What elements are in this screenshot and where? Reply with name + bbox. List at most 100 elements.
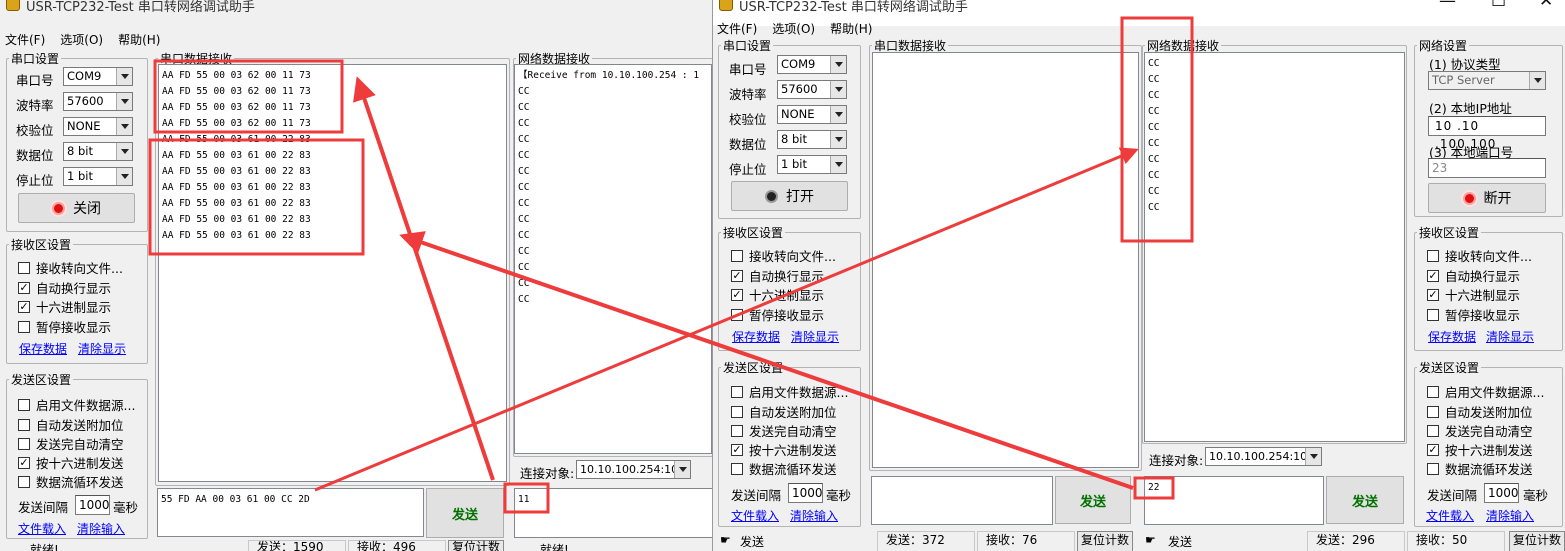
net-rx-text[interactable]: CC CC CC CC CC CC CC CC CC CC: [1144, 52, 1405, 442]
clear-display-link[interactable]: 清除显示: [1486, 328, 1534, 345]
reset-count-button-2[interactable]: 复位计数: [1509, 531, 1565, 551]
serial-rx-text[interactable]: AA FD 55 00 03 62 00 11 73 AA FD 55 00 03…: [158, 64, 507, 482]
right-send-option-4[interactable]: ✓ 按十六进制发送: [1427, 440, 1533, 459]
menu-file[interactable]: 文件(F): [5, 31, 45, 48]
interval-input[interactable]: 1000: [75, 495, 110, 515]
serial-tx-input[interactable]: [871, 476, 1053, 525]
checkbox[interactable]: ✓: [18, 281, 30, 294]
checkbox[interactable]: [1427, 462, 1439, 475]
serial-send-button[interactable]: 发送: [1055, 476, 1131, 524]
net-send-button[interactable]: 发送: [1326, 476, 1404, 524]
checkbox[interactable]: [18, 475, 30, 488]
recv-option-4[interactable]: 暂停接收显示: [18, 317, 111, 336]
ip-input[interactable]: 10 .10 .100.100: [1428, 116, 1546, 151]
checkbox[interactable]: [1427, 249, 1439, 262]
proto-select[interactable]: TCP Server: [1428, 71, 1546, 90]
databits-select[interactable]: 8 bit: [63, 142, 133, 161]
save-data-link[interactable]: 保存数据: [1428, 328, 1476, 345]
net-toggle-button[interactable]: 断开: [1428, 183, 1546, 213]
right-send-option-2[interactable]: 自动发送附加位: [1427, 402, 1533, 421]
file-load-link[interactable]: 文件载入: [18, 520, 66, 537]
checkbox[interactable]: ✓: [18, 456, 30, 469]
recv-option-3[interactable]: ✓ 十六进制显示: [731, 285, 824, 304]
right-recv-option-1[interactable]: 接收转向文件...: [1427, 246, 1532, 265]
serial-toggle-button[interactable]: 关闭: [18, 193, 135, 223]
conn-select[interactable]: 10.10.100.254:1029: [1205, 447, 1322, 466]
recv-option-3[interactable]: ✓ 十六进制显示: [18, 297, 111, 316]
maximize-icon[interactable]: ☐: [1491, 0, 1506, 11]
databits-select[interactable]: 8 bit: [777, 130, 847, 149]
stopbits-select[interactable]: 1 bit: [777, 155, 847, 174]
port-select[interactable]: COM9: [63, 67, 133, 86]
reset-count-button[interactable]: 复位计数: [448, 540, 505, 551]
send-option-4[interactable]: ✓ 按十六进制发送: [18, 453, 124, 472]
net-tx-input[interactable]: 11: [514, 488, 712, 538]
checkbox[interactable]: ✓: [731, 269, 743, 282]
right-recv-option-4[interactable]: 暂停接收显示: [1427, 305, 1520, 324]
right-send-option-1[interactable]: 启用文件数据源...: [1427, 382, 1544, 401]
net-rx-text[interactable]: 【Receive from 10.10.100.254 : 1 CC CC CC CC C…: [514, 64, 712, 454]
checkbox[interactable]: [18, 261, 30, 274]
serial-tx-input[interactable]: 55 FD AA 00 03 61 00 CC 2D: [157, 488, 424, 537]
menu-help[interactable]: 帮助(H): [830, 20, 872, 37]
checkbox[interactable]: ✓: [1427, 288, 1439, 301]
send-option-3[interactable]: 发送完自动清空: [18, 434, 124, 453]
close-icon[interactable]: ✕: [1539, 0, 1553, 11]
checkbox[interactable]: [731, 308, 743, 321]
serial-rx-text[interactable]: [872, 52, 1139, 468]
net-tx-input[interactable]: 22: [1144, 476, 1324, 525]
local-port-input[interactable]: 23: [1428, 158, 1546, 178]
checkbox[interactable]: ✓: [18, 300, 30, 313]
checkbox[interactable]: ✓: [1427, 269, 1439, 282]
checkbox[interactable]: [731, 405, 743, 418]
clear-display-link[interactable]: 清除显示: [78, 340, 126, 357]
checkbox[interactable]: ✓: [731, 288, 743, 301]
parity-select[interactable]: NONE: [777, 105, 847, 124]
checkbox[interactable]: [1427, 424, 1439, 437]
stopbits-select[interactable]: 1 bit: [63, 167, 133, 186]
send-option-5[interactable]: 数据流循环发送: [731, 459, 837, 478]
clear-input-link[interactable]: 清除输入: [1486, 507, 1534, 524]
checkbox[interactable]: ✓: [1427, 443, 1439, 456]
save-data-link[interactable]: 保存数据: [732, 328, 780, 345]
send-option-2[interactable]: 自动发送附加位: [731, 402, 837, 421]
clear-input-link[interactable]: 清除输入: [77, 520, 125, 537]
checkbox[interactable]: [731, 249, 743, 262]
reset-count-button[interactable]: 复位计数: [1077, 531, 1134, 551]
checkbox[interactable]: [1427, 405, 1439, 418]
checkbox[interactable]: [731, 385, 743, 398]
send-option-2[interactable]: 自动发送附加位: [18, 415, 124, 434]
checkbox[interactable]: [1427, 385, 1439, 398]
serial-send-button[interactable]: 发送: [426, 488, 504, 538]
menu-file[interactable]: 文件(F): [717, 20, 757, 37]
checkbox[interactable]: [1427, 308, 1439, 321]
right-recv-option-3[interactable]: ✓ 十六进制显示: [1427, 285, 1520, 304]
checkbox[interactable]: [18, 437, 30, 450]
interval-input[interactable]: 1000: [1484, 483, 1519, 503]
send-option-1[interactable]: 启用文件数据源...: [18, 395, 135, 414]
right-send-option-5[interactable]: 数据流循环发送: [1427, 459, 1533, 478]
baud-select[interactable]: 57600: [777, 80, 847, 99]
clear-display-link[interactable]: 清除显示: [791, 328, 839, 345]
recv-option-1[interactable]: 接收转向文件...: [731, 246, 836, 265]
conn-select[interactable]: 10.10.100.254:1032: [576, 460, 691, 479]
send-option-4[interactable]: ✓ 按十六进制发送: [731, 440, 837, 459]
file-load-link[interactable]: 文件载入: [731, 507, 779, 524]
checkbox[interactable]: ✓: [731, 443, 743, 456]
right-recv-option-2[interactable]: ✓ 自动换行显示: [1427, 266, 1520, 285]
send-option-3[interactable]: 发送完自动清空: [731, 421, 837, 440]
send-option-5[interactable]: 数据流循环发送: [18, 472, 124, 491]
recv-option-4[interactable]: 暂停接收显示: [731, 305, 824, 324]
baud-select[interactable]: 57600: [63, 92, 133, 111]
port-select[interactable]: COM9: [777, 55, 847, 74]
interval-input[interactable]: 1000: [788, 483, 823, 503]
menu-options[interactable]: 选项(O): [772, 20, 815, 37]
checkbox[interactable]: [18, 320, 30, 333]
file-load-link[interactable]: 文件载入: [1426, 507, 1474, 524]
serial-toggle-button[interactable]: 打开: [731, 181, 848, 211]
recv-option-1[interactable]: 接收转向文件...: [18, 258, 123, 277]
checkbox[interactable]: [731, 424, 743, 437]
checkbox[interactable]: [18, 398, 30, 411]
menu-help[interactable]: 帮助(H): [118, 31, 160, 48]
recv-option-2[interactable]: ✓ 自动换行显示: [731, 266, 824, 285]
